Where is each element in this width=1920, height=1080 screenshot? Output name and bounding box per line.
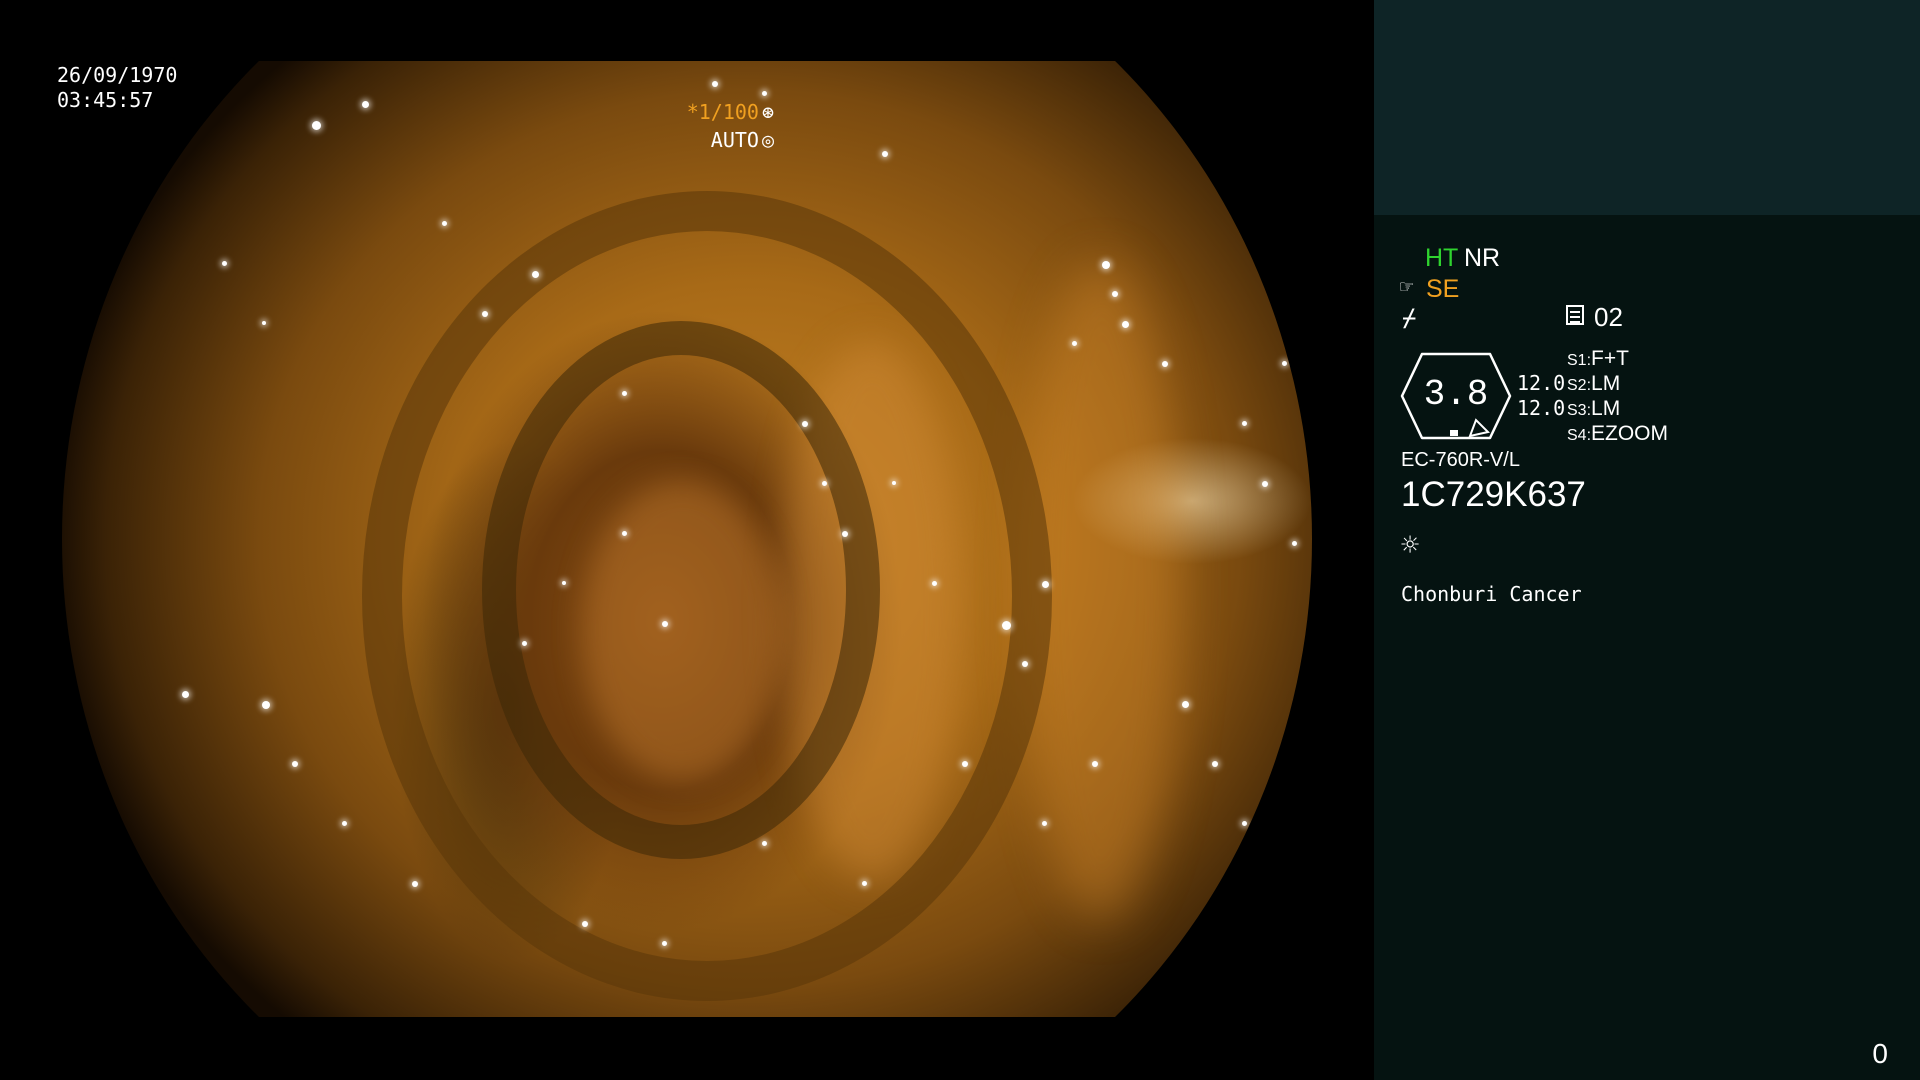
iris-icon: ◎ xyxy=(761,128,774,152)
specular-highlight xyxy=(1282,361,1287,366)
parameter-value-1: 12.0 xyxy=(1517,371,1566,395)
hand-icon: ☞ xyxy=(1400,275,1414,300)
specular-highlight xyxy=(822,481,827,486)
specular-highlight xyxy=(522,641,527,646)
slot-key: S3: xyxy=(1567,402,1592,419)
sun-icon: ☼ xyxy=(1401,528,1420,563)
specular-highlight xyxy=(1212,761,1218,767)
specular-highlight xyxy=(662,621,668,627)
gauge-value: 3.8 xyxy=(1423,374,1489,415)
image-counter: 0 xyxy=(1872,1038,1888,1069)
specular-highlight xyxy=(1242,821,1247,826)
specular-highlight xyxy=(622,531,627,536)
switch-slot-3: S3:LM xyxy=(1567,397,1620,421)
specular-highlight xyxy=(1072,341,1077,346)
specular-highlight xyxy=(1242,421,1247,426)
switch-slot-1: S1:F+T xyxy=(1567,347,1629,371)
specular-highlight xyxy=(1292,541,1297,546)
parameter-value-2: 12.0 xyxy=(1517,396,1566,420)
memo-icon xyxy=(1566,305,1584,325)
specular-highlight xyxy=(1122,321,1129,328)
endoscope-video-area: 26/09/1970 03:45:57 *1/100 ⊛ AUTO ◎ xyxy=(0,0,1374,1080)
bolt-icon: ⌿ xyxy=(1402,304,1417,332)
specular-highlight xyxy=(862,881,867,886)
nr-mode-indicator: NR xyxy=(1464,244,1501,272)
specular-highlight xyxy=(292,761,298,767)
specular-highlight xyxy=(412,881,418,887)
iris-label: AUTO xyxy=(710,128,759,152)
specular-highlight xyxy=(662,941,667,946)
time-readout: 03:45:57 xyxy=(57,88,154,112)
specular-highlight xyxy=(222,261,227,266)
slot-key: S4: xyxy=(1567,427,1592,444)
specular-highlight xyxy=(622,391,627,396)
scope-serial: 1C729K637 xyxy=(1401,475,1586,514)
specular-highlight xyxy=(882,151,888,157)
specular-highlight xyxy=(842,531,848,537)
specular-highlight xyxy=(482,311,488,317)
ht-mode-indicator: HT xyxy=(1425,244,1459,272)
specular-highlight xyxy=(762,91,767,96)
slot-key: S2: xyxy=(1567,377,1592,394)
specular-highlight xyxy=(582,921,588,927)
specular-highlight xyxy=(762,841,767,846)
specular-highlight xyxy=(1042,581,1049,588)
specular-highlight xyxy=(312,121,321,130)
specular-highlight xyxy=(262,321,266,325)
specular-highlight xyxy=(342,821,347,826)
shutter-label: *1/100 xyxy=(686,100,759,124)
specular-highlight xyxy=(1182,701,1189,708)
specular-highlight xyxy=(1102,261,1110,269)
specular-highlight xyxy=(1002,621,1011,630)
memo-value: 02 xyxy=(1594,302,1623,332)
hospital-name: Chonburi Cancer xyxy=(1401,582,1582,606)
specular-highlight xyxy=(362,101,369,108)
specular-highlight xyxy=(262,701,270,709)
shutter-icon: ⊛ xyxy=(761,100,774,124)
specular-highlight xyxy=(932,581,937,586)
structure-enhancement-indicator: SE xyxy=(1426,275,1460,303)
specular-highlight xyxy=(892,481,896,485)
specular-highlight xyxy=(962,761,968,767)
specular-highlight xyxy=(1042,821,1047,826)
specular-highlight xyxy=(712,81,718,87)
info-panel xyxy=(1374,215,1920,1080)
specular-highlight xyxy=(1112,291,1118,297)
shutter-readout: *1/100 ⊛ xyxy=(687,100,774,125)
specular-highlight xyxy=(1162,361,1168,367)
slot-key: S1: xyxy=(1567,352,1592,369)
lumen-ring xyxy=(482,321,880,859)
slot-value: F+T xyxy=(1591,347,1629,370)
slot-value: LM xyxy=(1591,397,1621,420)
specular-highlight xyxy=(532,271,539,278)
specular-highlight xyxy=(802,421,808,427)
date-readout: 26/09/1970 xyxy=(57,63,178,87)
iris-readout: AUTO ◎ xyxy=(711,128,774,153)
switch-slot-2: S2:LM xyxy=(1567,372,1620,396)
specular-highlight xyxy=(1022,661,1028,667)
slot-value: LM xyxy=(1591,372,1621,395)
specular-highlight xyxy=(1092,761,1098,767)
slot-value: EZOOM xyxy=(1591,422,1669,445)
info-panel-header xyxy=(1374,0,1920,215)
endoscopic-image xyxy=(62,61,1312,1017)
specular-highlight xyxy=(182,691,189,698)
scope-model: EC-760R-V/L xyxy=(1401,449,1520,471)
switch-slot-4: S4:EZOOM xyxy=(1567,422,1668,446)
specular-highlight xyxy=(1262,481,1268,487)
specular-highlight xyxy=(442,221,447,226)
specular-highlight xyxy=(562,581,566,585)
